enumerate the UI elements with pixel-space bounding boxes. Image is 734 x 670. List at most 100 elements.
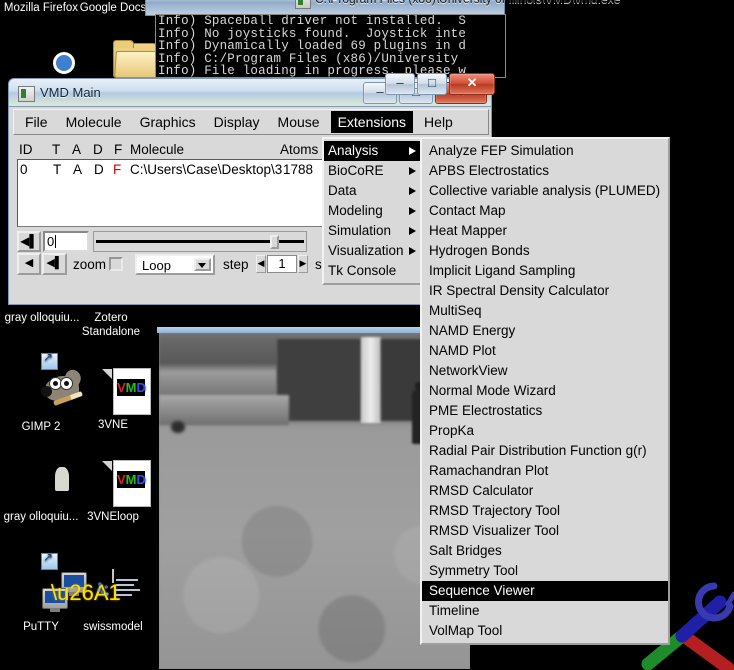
molecule-list[interactable]: 0 T A D F C:\Users\Case\Desktop\3 1788 bbox=[17, 159, 323, 227]
analysis-item-propka[interactable]: PropKa bbox=[422, 421, 668, 441]
col-header-atoms: Atoms bbox=[280, 142, 319, 157]
console-minimize-button[interactable]: – bbox=[385, 73, 416, 95]
slider-thumb[interactable] bbox=[270, 235, 279, 249]
analysis-item-pme-electrostatics[interactable]: PME Electrostatics bbox=[422, 401, 668, 421]
icon-label: Mozilla Firefox bbox=[3, 2, 79, 14]
desktop-icon-gray-colloquium-2[interactable]: gray olloquiu... bbox=[2, 460, 80, 525]
analysis-item-namd-energy[interactable]: NAMD Energy bbox=[422, 321, 668, 341]
chevron-down-icon[interactable] bbox=[194, 258, 211, 271]
analysis-item-collective-variable-analysis[interactable]: Collective variable analysis (PLUMED) bbox=[422, 181, 668, 201]
vmd-letter-v: V bbox=[117, 472, 126, 487]
icon-label: gray olloquiu... bbox=[3, 511, 79, 523]
analysis-item-rmsd-trajectory-tool[interactable]: RMSD Trajectory Tool bbox=[422, 501, 668, 521]
analysis-item-volmap-tool[interactable]: VolMap Tool bbox=[422, 621, 668, 641]
analysis-item-symmetry-tool[interactable]: Symmetry Tool bbox=[422, 561, 668, 581]
analysis-item-radial-pair-distribution-function[interactable]: Radial Pair Distribution Function g(r) bbox=[422, 441, 668, 461]
analysis-item-rmsd-visualizer-tool[interactable]: RMSD Visualizer Tool bbox=[422, 521, 668, 541]
col-header-t: T bbox=[52, 142, 61, 157]
analysis-item-normal-mode-wizard[interactable]: Normal Mode Wizard bbox=[422, 381, 668, 401]
photo-dark-panel-left bbox=[277, 339, 361, 421]
menu-file[interactable]: File bbox=[18, 111, 55, 133]
loop-mode-select[interactable]: Loop bbox=[135, 254, 215, 275]
analysis-item-hydrogen-bonds[interactable]: Hydrogen Bonds bbox=[422, 241, 668, 261]
cell-t[interactable]: T bbox=[53, 162, 61, 177]
frame-number-value: 0 bbox=[47, 234, 55, 249]
menu-molecule[interactable]: Molecule bbox=[59, 111, 129, 133]
analysis-item-timeline[interactable]: Timeline bbox=[422, 601, 668, 621]
analysis-item-apbs-electrostatics[interactable]: APBS Electrostatics bbox=[422, 161, 668, 181]
menu-display[interactable]: Display bbox=[207, 111, 267, 133]
swissmodel-icon bbox=[89, 569, 140, 618]
ext-menu-item-label: Data bbox=[328, 183, 357, 198]
console-maximize-button[interactable]: □ bbox=[417, 73, 448, 95]
cell-d[interactable]: D bbox=[94, 162, 104, 177]
step-label: step bbox=[223, 257, 249, 272]
analysis-item-analyze-fep-simulation[interactable]: Analyze FEP Simulation bbox=[422, 141, 668, 161]
analysis-item-implicit-ligand-sampling[interactable]: Implicit Ligand Sampling bbox=[422, 261, 668, 281]
vmd-letter-d: D bbox=[136, 380, 146, 395]
table-row[interactable]: 0 T A D F C:\Users\Case\Desktop\3 1788 bbox=[18, 160, 322, 179]
analysis-item-namd-plot[interactable]: NAMD Plot bbox=[422, 341, 668, 361]
vmd-console-window: C:\Program Files (x86)\University of Ill… bbox=[145, 0, 620, 79]
desktop-icon-putty[interactable]: \u26A1 PuTTY bbox=[2, 551, 121, 635]
analysis-item-sequence-viewer[interactable]: Sequence Viewer bbox=[422, 581, 668, 601]
analysis-item-rmsd-calculator[interactable]: RMSD Calculator bbox=[422, 481, 668, 501]
ext-menu-item-biocore[interactable]: BioCoRE bbox=[324, 161, 420, 181]
vmd-letter-m: M bbox=[125, 380, 137, 395]
desktop-icon-swissmodel[interactable]: swissmodel bbox=[74, 569, 152, 635]
cell-a[interactable]: A bbox=[73, 162, 82, 177]
analysis-item-networkview[interactable]: NetworkView bbox=[422, 361, 668, 381]
play-reverse-button[interactable]: ◀ bbox=[17, 253, 41, 275]
cell-atoms: 1788 bbox=[283, 162, 314, 177]
col-header-a: A bbox=[72, 142, 82, 157]
desktop-icon-label-mozilla-firefox[interactable]: Mozilla Firefox bbox=[2, 2, 80, 16]
ext-menu-item-modeling[interactable]: Modeling bbox=[324, 201, 420, 221]
photo-blob bbox=[171, 421, 185, 433]
molecule-table-header: ID T A D F Molecule Atoms bbox=[17, 139, 323, 160]
vmd-window-title: VMD Main bbox=[40, 85, 101, 100]
cell-f[interactable]: F bbox=[113, 162, 121, 177]
zoom-checkbox[interactable] bbox=[109, 257, 123, 271]
step-decrement-button[interactable]: ◀ bbox=[256, 255, 266, 273]
desktop-icon-3vne[interactable]: VMD 3VNE bbox=[74, 368, 152, 433]
col-header-d: D bbox=[93, 142, 103, 157]
ext-menu-item-data[interactable]: Data bbox=[324, 181, 420, 201]
analysis-item-contact-map[interactable]: Contact Map bbox=[422, 201, 668, 221]
analysis-item-ir-spectral-density-calculator[interactable]: IR Spectral Density Calculator bbox=[422, 281, 668, 301]
step-value-input[interactable]: 1 bbox=[267, 255, 297, 273]
desktop-icon-3vneloop[interactable]: VMD 3VNEloop bbox=[74, 460, 152, 525]
cell-id: 0 bbox=[20, 162, 28, 177]
ext-menu-item-tk-console[interactable]: Tk Console bbox=[324, 261, 420, 281]
desktop-icon-label-google-docs[interactable]: Google Docs bbox=[70, 2, 156, 16]
axis-x-red bbox=[677, 629, 734, 670]
col-header-f: F bbox=[114, 142, 123, 157]
console-line: Info) Dynamically loaded 69 plugins in d bbox=[158, 39, 467, 54]
analysis-item-salt-bridges[interactable]: Salt Bridges bbox=[422, 541, 668, 561]
analysis-item-multiseq[interactable]: MultiSeq bbox=[422, 301, 668, 321]
step-back-button[interactable]: ◀▌ bbox=[42, 253, 67, 275]
menu-extensions[interactable]: Extensions bbox=[330, 111, 414, 133]
submenu-arrow-icon bbox=[409, 207, 416, 215]
ext-menu-item-simulation[interactable]: Simulation bbox=[324, 221, 420, 241]
vmd-menubar: File Molecule Graphics Display Mouse Ext… bbox=[13, 109, 489, 135]
frame-slider[interactable] bbox=[93, 231, 307, 252]
photo-icon bbox=[17, 460, 65, 508]
menu-mouse[interactable]: Mouse bbox=[271, 111, 327, 133]
analysis-item-heat-mapper[interactable]: Heat Mapper bbox=[422, 221, 668, 241]
analysis-item-ramachandran-plot[interactable]: Ramachandran Plot bbox=[422, 461, 668, 481]
frame-number-input[interactable]: 0 bbox=[43, 231, 89, 252]
ext-menu-item-label: BioCoRE bbox=[328, 163, 384, 178]
step-increment-button[interactable]: ▶ bbox=[298, 255, 308, 273]
ext-menu-item-analysis[interactable]: Analysis bbox=[324, 141, 420, 161]
desktop-icon-gimp-2[interactable]: GIMP 2 bbox=[2, 351, 84, 435]
submenu-arrow-icon bbox=[409, 247, 416, 255]
ext-menu-item-visualization[interactable]: Visualization bbox=[324, 241, 420, 261]
desktop-icon-zotero-standalone[interactable]: Zotero Standalone bbox=[68, 312, 154, 339]
col-header-molecule: Molecule bbox=[130, 142, 185, 157]
rewind-button[interactable]: ◀▌ bbox=[17, 231, 41, 252]
menu-graphics[interactable]: Graphics bbox=[133, 111, 203, 133]
console-close-button[interactable]: ✕ bbox=[449, 73, 495, 95]
icon-label: GIMP 2 bbox=[21, 421, 61, 433]
desktop-screen: Mozilla Firefox Google Docs gray olloqui… bbox=[0, 0, 734, 670]
menu-help[interactable]: Help bbox=[417, 111, 460, 133]
